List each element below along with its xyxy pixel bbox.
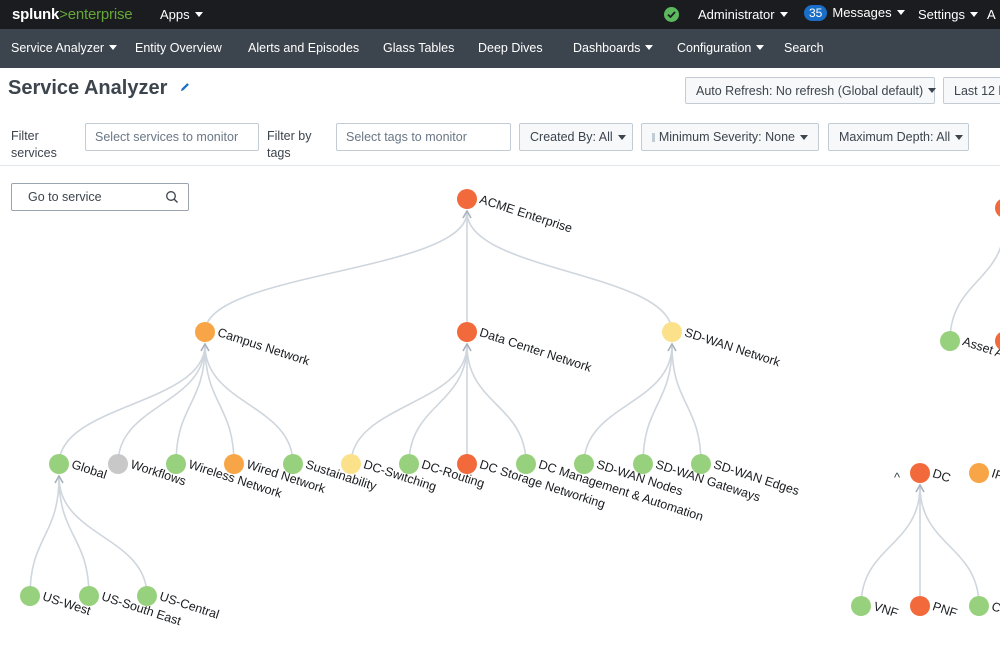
status-dot[interactable]	[457, 322, 477, 342]
status-dot[interactable]	[166, 454, 186, 474]
service-node-vnf[interactable]: VNF	[851, 596, 900, 620]
edge-dcsw-dcn	[350, 344, 468, 465]
service-node-dc[interactable]: DC	[910, 463, 952, 485]
edge-sustain-campus	[204, 344, 294, 465]
status-dot[interactable]	[457, 189, 477, 209]
node-label: Global	[70, 457, 109, 481]
status-dot[interactable]	[662, 322, 682, 342]
edge-cl-dc	[919, 485, 980, 607]
status-dot[interactable]	[910, 596, 930, 616]
status-dot[interactable]	[574, 454, 594, 474]
service-node-sdwan[interactable]: SD-WAN Network	[662, 322, 783, 370]
status-dot[interactable]	[969, 463, 989, 483]
status-dot[interactable]	[995, 198, 1000, 218]
edge-usc-global	[58, 476, 148, 597]
status-dot[interactable]	[108, 454, 128, 474]
edge-sdn-sdwan	[583, 344, 673, 465]
service-node-cl[interactable]: Cl	[969, 596, 1000, 616]
status-dot[interactable]	[691, 454, 711, 474]
edge-vnf-dc	[860, 485, 921, 607]
status-dot[interactable]	[283, 454, 303, 474]
edge-campus-acme	[204, 211, 468, 333]
edge-usw-global	[29, 476, 60, 597]
service-node-ip[interactable]: IP	[969, 463, 1000, 483]
collapse-caret-icon[interactable]: ^	[894, 470, 901, 485]
search-icon[interactable]	[165, 190, 179, 204]
edge-sde-sdwan	[671, 344, 702, 465]
status-dot[interactable]	[516, 454, 536, 474]
edge-global-campus	[58, 344, 206, 465]
node-label: Campus Network	[216, 325, 312, 368]
edge-dcma-dcn	[466, 344, 527, 465]
service-node-dcn[interactable]: Data Center Network	[457, 322, 594, 375]
status-dot[interactable]	[341, 454, 361, 474]
service-node-pnf[interactable]: PNF	[910, 596, 959, 620]
status-dot[interactable]	[969, 596, 989, 616]
status-dot[interactable]	[399, 454, 419, 474]
status-dot[interactable]	[49, 454, 69, 474]
status-dot[interactable]	[633, 454, 653, 474]
status-dot[interactable]	[20, 586, 40, 606]
edge-dcr-dcn	[408, 344, 468, 465]
edge-wired-campus	[204, 344, 235, 465]
node-label: ACME Enterprise	[478, 192, 574, 235]
status-dot[interactable]	[224, 454, 244, 474]
status-dot[interactable]	[457, 454, 477, 474]
service-node-topr[interactable]	[995, 198, 1000, 218]
status-dot[interactable]	[940, 331, 960, 351]
edge-usse-global	[58, 476, 90, 597]
node-label: Data Center Network	[478, 325, 594, 375]
node-label: SD-WAN Network	[683, 325, 783, 369]
node-label: Asset A	[961, 334, 1000, 361]
node-label: Cl	[990, 599, 1000, 616]
status-dot[interactable]	[195, 322, 215, 342]
node-label: DC	[931, 466, 953, 485]
node-label: VNF	[872, 599, 900, 620]
edge-asset-topr	[949, 246, 1000, 342]
status-dot[interactable]	[79, 586, 99, 606]
status-dot[interactable]	[910, 463, 930, 483]
service-node-campus[interactable]: Campus Network	[195, 322, 312, 369]
go-to-service-input[interactable]: Go to service	[11, 183, 189, 211]
status-dot[interactable]	[851, 596, 871, 616]
service-node-asset[interactable]: Asset A	[940, 331, 1000, 361]
service-node-acme[interactable]: ACME Enterprise	[457, 189, 574, 236]
node-label: PNF	[931, 599, 959, 620]
node-label: IP	[990, 466, 1000, 483]
service-tree-graph: ACME Enterprise Campus Network Data Center…	[20, 189, 1000, 628]
status-dot[interactable]	[137, 586, 157, 606]
edge-sdg-sdwan	[642, 344, 673, 465]
